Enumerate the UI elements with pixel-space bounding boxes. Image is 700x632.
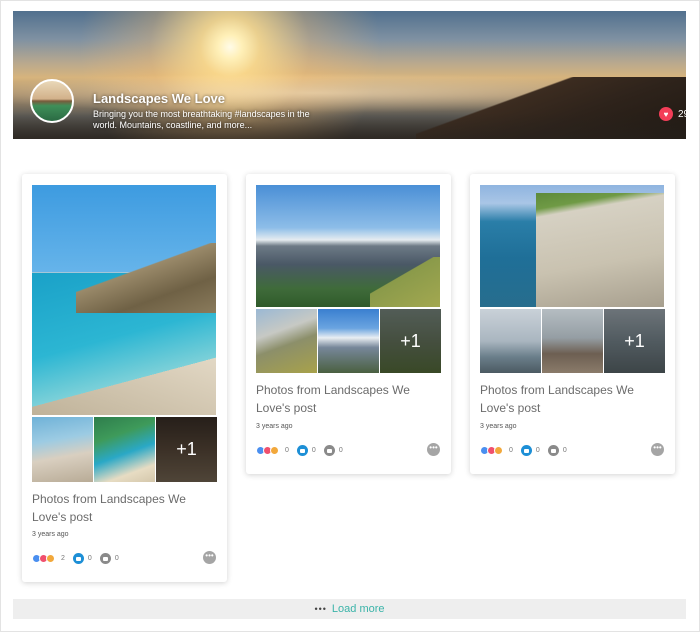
post-thumb-photo[interactable] [94,417,155,482]
post-thumb-photo[interactable] [256,309,317,373]
more-photos-overlay[interactable]: +1 [156,417,217,482]
more-options-icon[interactable]: ••• [427,443,440,456]
reactions-count: 0 [285,447,289,454]
post-thumb-photo[interactable] [318,309,379,373]
shares-count: 0 [114,555,119,562]
post-title[interactable]: Photos from Landscapes We Love's post [32,490,222,526]
page-avatar[interactable] [30,79,74,123]
more-photos-overlay[interactable]: +1 [604,309,665,373]
post-title[interactable]: Photos from Landscapes We Love's post [256,381,446,417]
post-reactions[interactable]: 0 0 0 [480,445,567,456]
post-main-photo[interactable] [32,185,216,415]
post-thumb-photo[interactable] [480,309,541,373]
more-options-icon[interactable]: ••• [203,551,216,564]
reaction-icons [480,446,503,455]
post-card[interactable]: +1 Photos from Landscapes We Love's post… [22,174,227,582]
post-thumb-photo[interactable]: +1 [380,309,441,373]
reactions-count: 2 [61,555,65,562]
page-description: Bringing you the most breathtaking #land… [93,109,310,130]
header-banner: Landscapes We Love Bringing you the most… [13,11,686,139]
share-icon [323,445,335,456]
comment-icon [296,445,308,456]
share-icon [99,553,111,564]
comments-count: 0 [535,447,540,454]
comment-icon [520,445,532,456]
post-card[interactable]: +1 Photos from Landscapes We Love's post… [470,174,675,474]
reactions-count: 0 [509,447,513,454]
comment-icon [72,553,84,564]
more-photos-overlay[interactable]: +1 [380,309,441,373]
post-thumb-photo[interactable]: +1 [156,417,217,482]
post-card[interactable]: +1 Photos from Landscapes We Love's post… [246,174,451,474]
post-time: 3 years ago [480,423,517,430]
post-main-photo[interactable] [480,185,664,307]
dots-icon: ••• [314,604,327,614]
comments-count: 0 [311,447,316,454]
likes-count: 29 [678,108,686,120]
load-more-label: Load more [331,603,385,615]
post-thumb-photo[interactable] [542,309,603,373]
page-likes: ♥ 29 [659,107,686,121]
shares-count: 0 [338,447,343,454]
more-options-icon[interactable]: ••• [651,443,664,456]
heart-icon: ♥ [659,107,673,121]
post-reactions[interactable]: 0 0 0 [256,445,343,456]
reaction-icons [256,446,279,455]
comments-count: 0 [87,555,92,562]
shares-count: 0 [562,447,567,454]
load-more-button[interactable]: ••• Load more [13,599,686,619]
post-time: 3 years ago [32,531,69,538]
post-main-photo[interactable] [256,185,440,307]
post-thumb-photo[interactable]: +1 [604,309,665,373]
post-reactions[interactable]: 2 0 0 [32,553,119,564]
reaction-icons [32,554,55,563]
share-icon [547,445,559,456]
post-time: 3 years ago [256,423,293,430]
page-title[interactable]: Landscapes We Love [93,91,225,106]
post-title[interactable]: Photos from Landscapes We Love's post [480,381,670,417]
post-thumb-photo[interactable] [32,417,93,482]
